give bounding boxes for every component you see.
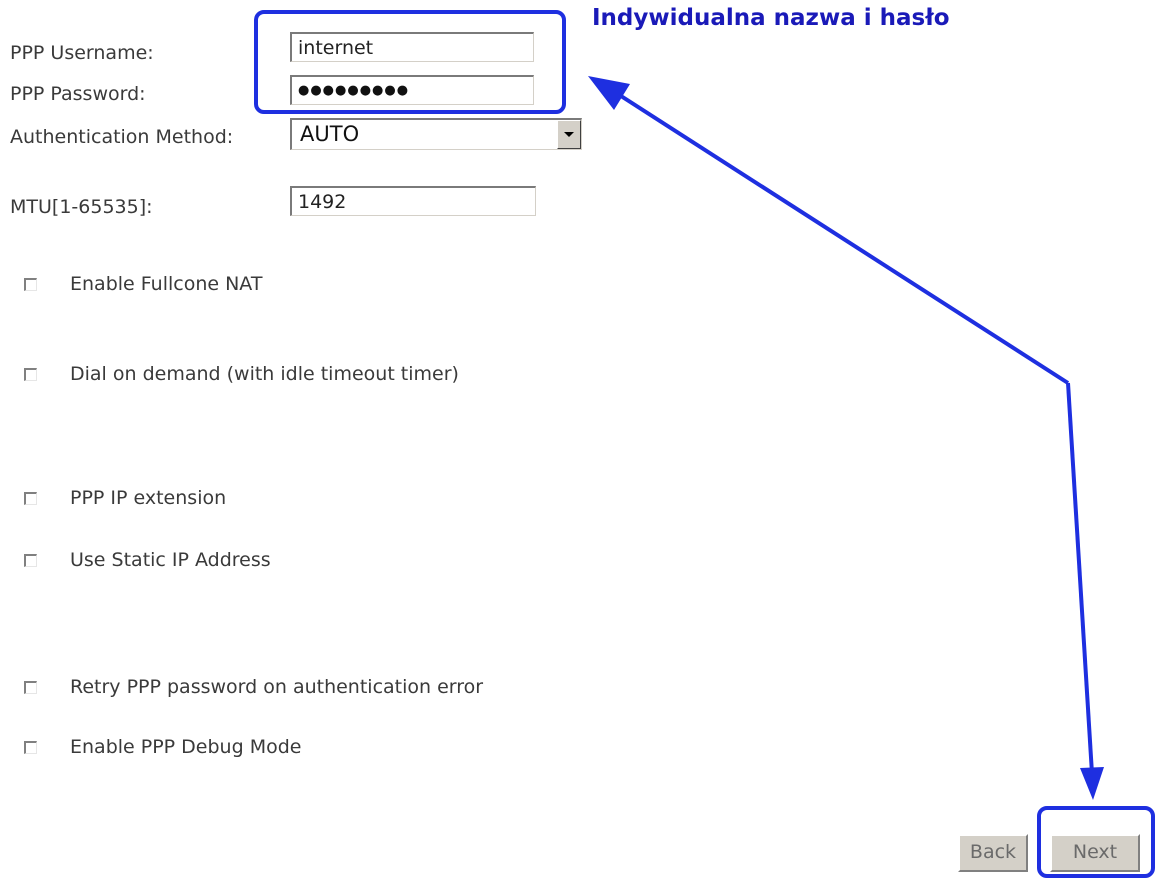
- retry-password-label: Retry PPP password on authentication err…: [70, 676, 484, 698]
- static-ip-checkbox[interactable]: [24, 554, 37, 567]
- username-label: PPP Username:: [10, 42, 154, 64]
- fullcone-nat-checkbox[interactable]: [24, 278, 37, 291]
- arrow-to-next: [1066, 382, 1099, 793]
- ppp-ip-extension-checkbox[interactable]: [24, 492, 37, 505]
- fullcone-nat-label: Enable Fullcone NAT: [70, 273, 263, 295]
- password-input[interactable]: ●●●●●●●●●: [290, 75, 534, 105]
- annotation-title: Indywidualna nazwa i hasło: [592, 5, 950, 31]
- auth-method-value: AUTO: [300, 122, 360, 146]
- chevron-down-icon: [564, 132, 574, 137]
- ppp-ip-extension-label: PPP IP extension: [70, 487, 227, 509]
- retry-password-checkbox[interactable]: [24, 681, 37, 694]
- mtu-label: MTU[1-65535]:: [10, 196, 153, 218]
- password-label: PPP Password:: [10, 83, 146, 105]
- dropdown-button[interactable]: [557, 120, 581, 149]
- next-button[interactable]: Next: [1050, 834, 1140, 872]
- mtu-input[interactable]: [290, 186, 536, 216]
- arrow-to-credentials: [593, 78, 1070, 385]
- auth-method-select[interactable]: AUTO: [290, 118, 582, 150]
- debug-mode-label: Enable PPP Debug Mode: [70, 736, 302, 758]
- dial-on-demand-checkbox[interactable]: [24, 368, 37, 381]
- debug-mode-checkbox[interactable]: [24, 741, 37, 754]
- back-button[interactable]: Back: [958, 834, 1028, 872]
- username-input[interactable]: [290, 32, 534, 62]
- arrowhead-next: [1080, 767, 1104, 800]
- static-ip-label: Use Static IP Address: [70, 549, 271, 571]
- auth-method-label: Authentication Method:: [10, 126, 234, 148]
- arrowhead-credentials: [588, 76, 630, 110]
- dial-on-demand-label: Dial on demand (with idle timeout timer): [70, 363, 459, 385]
